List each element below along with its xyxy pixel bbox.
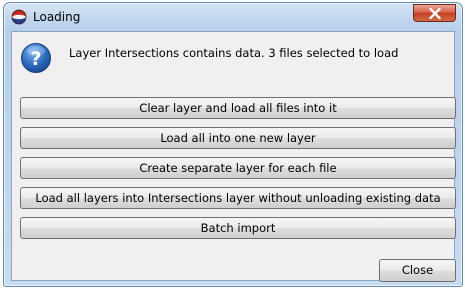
window-close-button[interactable] (413, 4, 456, 22)
window-title: Loading (33, 10, 81, 24)
close-button[interactable]: Close (379, 259, 456, 282)
loading-dialog-window: Loading ? Layer Intersections contains d… (3, 2, 463, 287)
load-into-intersections-layer-button[interactable]: Load all layers into Intersections layer… (20, 187, 456, 209)
batch-import-button[interactable]: Batch import (20, 217, 456, 239)
dialog-message: Layer Intersections contains data. 3 fil… (69, 46, 399, 60)
question-icon: ? (20, 42, 52, 74)
app-icon (11, 9, 27, 25)
clear-layer-load-all-button[interactable]: Clear layer and load all files into it (20, 97, 456, 119)
load-all-new-layer-button[interactable]: Load all into one new layer (20, 127, 456, 149)
separate-layer-each-file-button[interactable]: Create separate layer for each file (20, 157, 456, 179)
svg-text:?: ? (30, 48, 41, 70)
close-icon (429, 8, 441, 19)
title-bar[interactable]: Loading (4, 3, 462, 31)
dialog-body: ? Layer Intersections contains data. 3 f… (11, 31, 455, 281)
